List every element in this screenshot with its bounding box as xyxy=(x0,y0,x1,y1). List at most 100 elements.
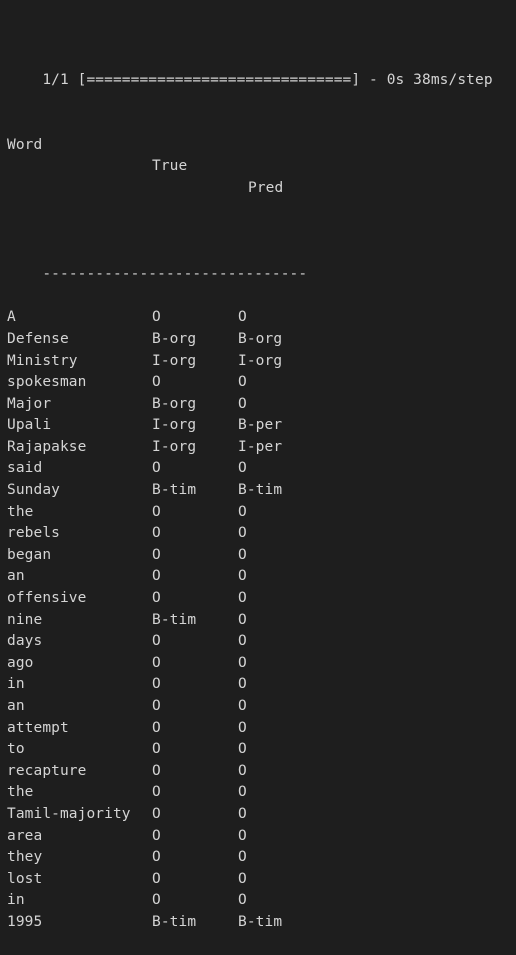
row-pred-tag: O xyxy=(238,503,247,520)
progress-line: 1/1 [==============================] - 0… xyxy=(7,48,516,88)
console-output: 1/1 [==============================] - 0… xyxy=(0,0,516,955)
row-pred-tag: B-per xyxy=(238,417,283,434)
row-true-tag: O xyxy=(152,676,161,693)
table-row: spokesman O O xyxy=(7,372,516,394)
row-true-tag: O xyxy=(152,827,161,844)
row-word: the xyxy=(7,784,34,801)
table-row: days O O xyxy=(7,631,516,653)
row-true-tag: B-tim xyxy=(152,913,197,930)
table-row: area O O xyxy=(7,826,516,848)
table-row: offensive O O xyxy=(7,588,516,610)
separator: ------------------------------ xyxy=(42,266,308,283)
table-row: in O O xyxy=(7,890,516,912)
row-true-tag: O xyxy=(152,805,161,822)
row-word: days xyxy=(7,633,43,650)
table-row: Tamil-majority O O xyxy=(7,804,516,826)
row-word: Rajapakse xyxy=(7,438,87,455)
table-row: nine B-tim O xyxy=(7,610,516,632)
row-true-tag: O xyxy=(152,590,161,607)
row-pred-tag: O xyxy=(238,654,247,671)
row-true-tag: B-tim xyxy=(152,482,197,499)
row-word: in xyxy=(7,676,25,693)
row-word: rebels xyxy=(7,525,60,542)
row-word: the xyxy=(7,503,34,520)
row-true-tag: B-org xyxy=(152,395,197,412)
row-word: Defense xyxy=(7,330,69,347)
row-pred-tag: B-org xyxy=(238,330,283,347)
row-true-tag: O xyxy=(152,892,161,909)
row-true-tag: B-org xyxy=(152,330,197,347)
row-true-tag: O xyxy=(152,460,161,477)
row-true-tag: O xyxy=(152,849,161,866)
row-pred-tag: O xyxy=(238,698,247,714)
prediction-rows: A O O Defense B-org B-org Ministry I-org I-org sp… xyxy=(7,307,516,933)
row-pred-tag: O xyxy=(238,719,247,736)
row-pred-tag: O xyxy=(238,676,247,693)
row-pred-tag: I-org xyxy=(238,352,283,369)
row-pred-tag: O xyxy=(238,611,247,628)
header-true: True xyxy=(152,158,188,175)
row-word: Upali xyxy=(7,417,52,434)
row-word: in xyxy=(7,892,25,909)
table-row: an O O xyxy=(7,696,516,718)
table-row: rebels O O xyxy=(7,523,516,545)
table-row: the O O xyxy=(7,782,516,804)
row-true-tag: O xyxy=(152,309,161,326)
table-header: Word True Pred xyxy=(7,113,516,196)
table-row: Ministry I-org I-org xyxy=(7,351,516,373)
row-pred-tag: O xyxy=(238,633,247,650)
row-true-tag: O xyxy=(152,503,161,520)
header-word: Word xyxy=(7,136,43,153)
row-pred-tag: O xyxy=(238,892,247,909)
row-true-tag: I-org xyxy=(152,417,197,434)
row-true-tag: O xyxy=(152,568,161,585)
row-pred-tag: O xyxy=(238,805,247,822)
table-row: the O O xyxy=(7,502,516,524)
row-true-tag: O xyxy=(152,546,161,563)
row-true-tag: I-org xyxy=(152,438,197,455)
row-word: an xyxy=(7,698,25,714)
row-true-tag: O xyxy=(152,654,161,671)
row-pred-tag: O xyxy=(238,590,247,607)
row-word: Ministry xyxy=(7,352,78,369)
row-true-tag: B-tim xyxy=(152,611,197,628)
table-row: 1995 B-tim B-tim xyxy=(7,912,516,934)
row-word: offensive xyxy=(7,590,87,607)
row-pred-tag: B-tim xyxy=(238,913,283,930)
row-word: Tamil-majority xyxy=(7,805,131,822)
row-word: Sunday xyxy=(7,482,60,499)
row-word: area xyxy=(7,827,43,844)
row-word: they xyxy=(7,849,43,866)
row-pred-tag: I-per xyxy=(238,438,283,455)
separator-line: ------------------------------ xyxy=(7,243,516,282)
row-true-tag: O xyxy=(152,525,161,542)
table-row: attempt O O xyxy=(7,718,516,740)
table-row: recapture O O xyxy=(7,761,516,783)
row-pred-tag: B-tim xyxy=(238,482,283,499)
table-row: Sunday B-tim B-tim xyxy=(7,480,516,502)
row-true-tag: O xyxy=(152,741,161,758)
row-word: Major xyxy=(7,395,52,412)
table-row: lost O O xyxy=(7,869,516,891)
row-true-tag: O xyxy=(152,719,161,736)
table-row: began O O xyxy=(7,545,516,567)
row-true-tag: O xyxy=(152,784,161,801)
row-word: ago xyxy=(7,654,34,671)
row-word: recapture xyxy=(7,762,87,779)
row-word: lost xyxy=(7,870,43,887)
row-pred-tag: O xyxy=(238,870,247,887)
table-row: they O O xyxy=(7,847,516,869)
row-word: A xyxy=(7,309,16,326)
row-pred-tag: O xyxy=(238,525,247,542)
row-true-tag: O xyxy=(152,698,161,714)
table-row: to O O xyxy=(7,739,516,761)
row-word: attempt xyxy=(7,719,69,736)
row-word: said xyxy=(7,460,43,477)
progress-text: 1/1 [==============================] - 0… xyxy=(42,71,493,88)
table-row: said O O xyxy=(7,458,516,480)
row-word: an xyxy=(7,568,25,585)
row-pred-tag: O xyxy=(238,374,247,391)
table-row: ago O O xyxy=(7,653,516,675)
table-row: Upali I-org B-per xyxy=(7,415,516,437)
